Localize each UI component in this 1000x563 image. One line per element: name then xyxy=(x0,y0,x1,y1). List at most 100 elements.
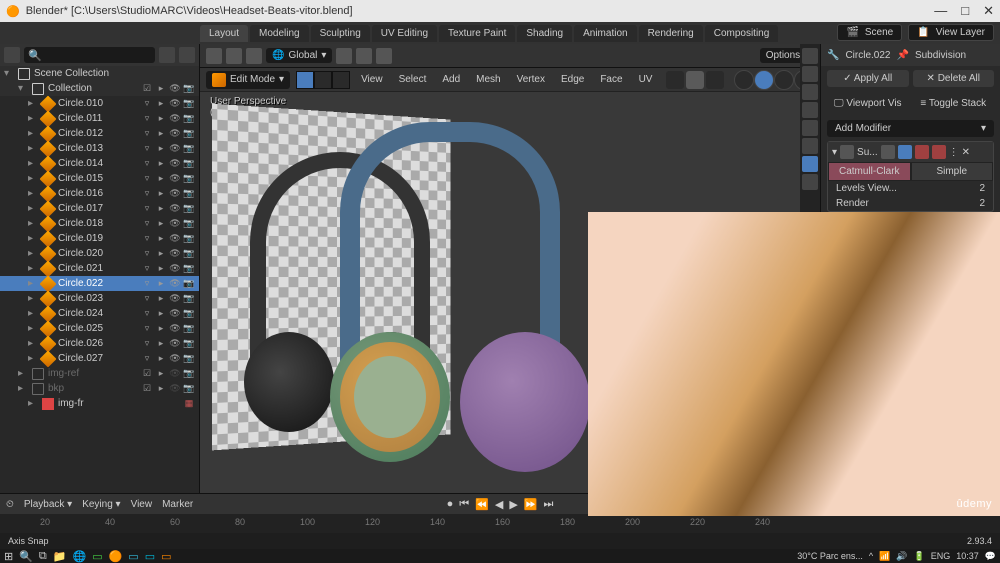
camera-icon[interactable]: 📷 xyxy=(183,338,195,350)
camera-icon[interactable]: 📷 xyxy=(183,293,195,305)
outliner-object-row[interactable]: ▸Circle.022▿▸👁📷 xyxy=(0,276,199,291)
on-cage-icon[interactable] xyxy=(881,145,895,159)
tab-modeling[interactable]: Modeling xyxy=(250,25,309,42)
disclosure-triangle-icon[interactable]: ▸ xyxy=(28,323,38,334)
render-tab-icon[interactable] xyxy=(802,48,818,64)
task-view-icon[interactable]: ⧉ xyxy=(39,550,47,563)
outliner-search[interactable]: 🔍 xyxy=(24,47,155,63)
select-restrict-icon[interactable]: ▸ xyxy=(155,128,167,140)
exclude-icon[interactable]: ▸ xyxy=(155,383,167,395)
select-restrict-icon[interactable]: ▸ xyxy=(155,308,167,320)
play-icon[interactable]: ▶ xyxy=(509,498,517,511)
outliner-object-row[interactable]: ▸Circle.013▿▸👁📷 xyxy=(0,141,199,156)
select-restrict-icon[interactable]: ▸ xyxy=(155,338,167,350)
visibility-icon[interactable]: 👁 xyxy=(169,293,181,305)
mesh-data-icon[interactable]: ▿ xyxy=(141,293,153,305)
viewport-vis-button[interactable]: 🖵 Viewport Vis xyxy=(827,95,909,112)
scene-selector[interactable]: 🎬 Scene xyxy=(837,24,902,41)
tab-sculpting[interactable]: Sculpting xyxy=(311,25,370,42)
visibility-icon[interactable]: 👁 xyxy=(169,173,181,185)
mesh-menu[interactable]: Mesh xyxy=(471,72,505,87)
vertex-menu[interactable]: Vertex xyxy=(512,72,550,87)
timeline-icon[interactable]: ⏲ xyxy=(6,499,14,510)
start-icon[interactable]: ⊞ xyxy=(4,550,13,563)
collection-imgref-row[interactable]: ▸ img-ref ☑ ▸ 👁 📷 xyxy=(0,366,199,381)
outliner-object-row[interactable]: ▸Circle.027▿▸👁📷 xyxy=(0,351,199,366)
mesh-data-icon[interactable]: ▿ xyxy=(141,278,153,290)
visibility-icon[interactable]: 👁 xyxy=(169,263,181,275)
snap-type-icon[interactable] xyxy=(356,48,372,64)
visibility-hidden-icon[interactable]: 👁 xyxy=(169,368,181,380)
disclosure-triangle-icon[interactable]: ▸ xyxy=(28,353,38,364)
collection-bkp-row[interactable]: ▸ bkp ☑ ▸ 👁 📷 xyxy=(0,381,199,396)
object-tab-icon[interactable] xyxy=(802,138,818,154)
tab-animation[interactable]: Animation xyxy=(574,25,636,42)
disclosure-triangle-icon[interactable]: ▸ xyxy=(28,338,38,349)
visibility-icon[interactable]: 👁 xyxy=(169,98,181,110)
checkbox-icon[interactable]: ☑ xyxy=(141,368,153,380)
outliner-object-row[interactable]: ▸Circle.019▿▸👁📷 xyxy=(0,231,199,246)
visibility-icon[interactable]: 👁 xyxy=(169,323,181,335)
visibility-icon[interactable]: 👁 xyxy=(169,158,181,170)
camera-icon[interactable]: 📷 xyxy=(183,83,195,95)
visibility-icon[interactable]: 👁 xyxy=(169,233,181,245)
output-tab-icon[interactable] xyxy=(802,66,818,82)
minimize-button[interactable]: — xyxy=(934,3,947,19)
view-layer-selector[interactable]: 📋 View Layer xyxy=(908,24,994,41)
delete-modifier-icon[interactable]: ✕ xyxy=(962,147,970,158)
keyframe-next-icon[interactable]: ⏩ xyxy=(524,498,538,511)
pin-icon[interactable]: 📌 xyxy=(896,50,908,61)
mesh-data-icon[interactable]: ▿ xyxy=(141,338,153,350)
select-restrict-icon[interactable]: ▸ xyxy=(155,248,167,260)
marker-menu[interactable]: Marker xyxy=(162,499,193,510)
network-icon[interactable]: 📶 xyxy=(879,551,890,562)
collection-row[interactable]: ▾ Collection ☑ ▸ 👁 📷 xyxy=(0,81,199,96)
apply-all-button[interactable]: ✓ Apply All xyxy=(827,70,909,87)
select-restrict-icon[interactable]: ▸ xyxy=(155,143,167,155)
visibility-icon[interactable]: 👁 xyxy=(169,338,181,350)
edge-menu[interactable]: Edge xyxy=(556,72,589,87)
keyframe-prev-icon[interactable]: ⏪ xyxy=(475,498,489,511)
select-restrict-icon[interactable]: ▸ xyxy=(155,98,167,110)
disclosure-triangle-icon[interactable]: ▸ xyxy=(28,143,38,154)
shading-wireframe-icon[interactable] xyxy=(734,70,754,90)
camera-icon[interactable]: 📷 xyxy=(183,308,195,320)
outliner-object-row[interactable]: ▸Circle.016▿▸👁📷 xyxy=(0,186,199,201)
render-levels-value[interactable]: 2 xyxy=(979,198,985,209)
visibility-icon[interactable]: 👁 xyxy=(169,203,181,215)
extras-icon[interactable]: ⋮ xyxy=(949,147,959,158)
disclosure-triangle-icon[interactable]: ▸ xyxy=(18,368,28,379)
scene-collection-row[interactable]: ▾ Scene Collection xyxy=(0,66,199,81)
delete-all-button[interactable]: ✕ Delete All xyxy=(913,70,995,87)
exclude-icon[interactable]: ▸ xyxy=(155,368,167,380)
toggle-stack-button[interactable]: ≡ Toggle Stack xyxy=(913,95,995,112)
visibility-icon[interactable]: 👁 xyxy=(169,188,181,200)
select-restrict-icon[interactable]: ▸ xyxy=(155,203,167,215)
app3-icon[interactable]: ▭ xyxy=(145,550,155,563)
camera-icon[interactable]: 📷 xyxy=(183,143,195,155)
disclosure-triangle-icon[interactable]: ▾ xyxy=(832,147,837,158)
select-restrict-icon[interactable]: ▸ xyxy=(155,173,167,185)
outliner-object-row[interactable]: ▸Circle.015▿▸👁📷 xyxy=(0,171,199,186)
mesh-data-icon[interactable]: ▿ xyxy=(141,248,153,260)
outliner-object-row[interactable]: ▸Circle.014▿▸👁📷 xyxy=(0,156,199,171)
disclosure-triangle-icon[interactable]: ▸ xyxy=(28,188,38,199)
image-data-icon[interactable]: ▦ xyxy=(183,398,195,410)
camera-icon[interactable]: 📷 xyxy=(183,263,195,275)
camera-icon[interactable]: 📷 xyxy=(183,383,195,395)
levels-viewport-value[interactable]: 2 xyxy=(979,183,985,194)
disclosure-triangle-icon[interactable]: ▸ xyxy=(28,293,38,304)
checkbox-icon[interactable]: ☑ xyxy=(141,383,153,395)
catmull-clark-toggle[interactable]: Catmull-Clark xyxy=(828,162,911,181)
select-restrict-icon[interactable]: ▸ xyxy=(155,353,167,365)
camera-icon[interactable]: 📷 xyxy=(183,188,195,200)
select-restrict-icon[interactable]: ▸ xyxy=(155,113,167,125)
battery-icon[interactable]: 🔋 xyxy=(914,551,925,562)
clock[interactable]: 10:37 xyxy=(956,551,979,561)
snap-toggle-icon[interactable] xyxy=(336,48,352,64)
disclosure-triangle-icon[interactable]: ▸ xyxy=(28,203,38,214)
cursor-tool-icon[interactable] xyxy=(206,48,222,64)
outliner-object-row[interactable]: ▸Circle.023▿▸👁📷 xyxy=(0,291,199,306)
tab-texture-paint[interactable]: Texture Paint xyxy=(439,25,515,42)
tab-layout[interactable]: Layout xyxy=(200,25,248,42)
